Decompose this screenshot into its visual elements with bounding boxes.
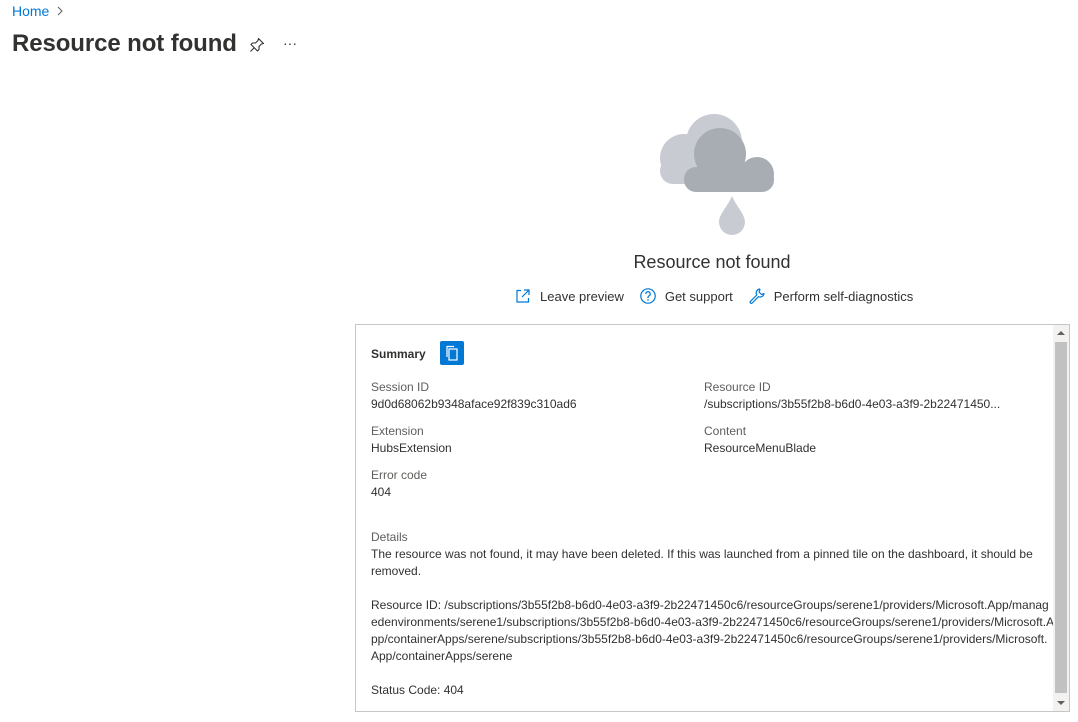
content-value: ResourceMenuBlade <box>704 441 817 455</box>
self-diagnostics-link[interactable]: Perform self-diagnostics <box>748 287 913 305</box>
vertical-scrollbar[interactable] <box>1053 325 1069 711</box>
session-id-value: 9d0d68062b9348aface92f839c310ad6 <box>371 397 577 411</box>
resource-id-value: /subscriptions/3b55f2b8-b6d0-4e03-a3f9-2… <box>704 397 1001 411</box>
error-code-field: Error code 404 <box>371 467 427 501</box>
details-resource-id: Resource ID: /subscriptions/3b55f2b8-b6d… <box>371 598 1055 663</box>
error-code-value: 404 <box>371 485 392 499</box>
session-id-label: Session ID <box>371 380 430 394</box>
extension-value: HubsExtension <box>371 441 452 455</box>
details-section: Details The resource was not found, it m… <box>371 529 1055 699</box>
page-title: Resource not found <box>12 30 237 57</box>
leave-preview-label: Leave preview <box>540 288 624 304</box>
pin-icon[interactable] <box>249 37 265 53</box>
extension-field: Extension HubsExtension <box>371 423 452 457</box>
breadcrumb-home-link[interactable]: Home <box>12 3 49 19</box>
more-options-icon[interactable]: ··· <box>283 35 299 51</box>
error-message-title: Resource not found <box>633 252 791 272</box>
error-code-label: Error code <box>371 468 428 482</box>
get-support-label: Get support <box>664 288 733 304</box>
actions-bar: Leave preview Get support Perform self-d… <box>514 287 928 305</box>
summary-content: Summary Session ID 9d0d68062b9348aface92… <box>356 325 1055 711</box>
content-field: Content ResourceMenuBlade <box>704 423 816 457</box>
copy-icon <box>446 345 458 361</box>
breadcrumb: Home <box>12 3 65 19</box>
scroll-up-arrow-icon[interactable] <box>1057 329 1065 337</box>
cloud-error-icon <box>660 114 774 235</box>
copy-button[interactable] <box>439 341 464 365</box>
details-text: The resource was not found, it may have … <box>371 547 1037 578</box>
scrollbar-thumb[interactable] <box>1055 342 1067 693</box>
content-label: Content <box>704 424 747 438</box>
help-circle-icon <box>640 288 656 304</box>
details-label: Details <box>371 530 408 544</box>
summary-panel: Summary Session ID 9d0d68062b9348aface92… <box>355 324 1070 712</box>
extension-label: Extension <box>371 424 424 438</box>
leave-preview-link[interactable]: Leave preview <box>514 287 624 305</box>
details-status-code: Status Code: 404 <box>371 683 464 697</box>
external-link-icon <box>516 289 530 303</box>
resource-id-field: Resource ID /subscriptions/3b55f2b8-b6d0… <box>704 379 1000 413</box>
summary-title: Summary <box>371 347 426 361</box>
chevron-right-icon <box>58 6 64 16</box>
wrench-icon <box>749 288 765 304</box>
get-support-link[interactable]: Get support <box>639 287 733 305</box>
self-diagnostics-label: Perform self-diagnostics <box>773 288 914 304</box>
resource-id-label: Resource ID <box>704 380 771 394</box>
scroll-down-arrow-icon[interactable] <box>1057 699 1065 707</box>
session-id-field: Session ID 9d0d68062b9348aface92f839c310… <box>371 379 577 413</box>
